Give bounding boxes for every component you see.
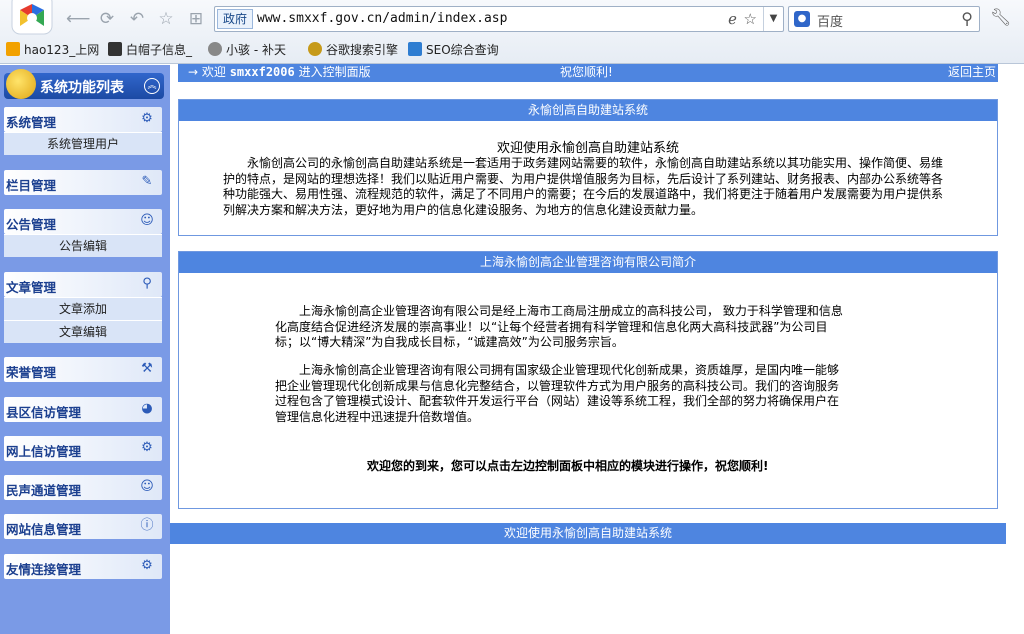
- sidebar-section-notice: 公告管理 ☺ 公告编辑: [4, 209, 162, 257]
- info-icon: ⓘ: [140, 518, 154, 533]
- search-icon[interactable]: ⚲: [961, 9, 973, 28]
- globe-icon: ◕: [141, 401, 153, 416]
- ie-mode-icon[interactable]: ℯ: [728, 10, 737, 28]
- bookmark-item[interactable]: 白帽子信息_: [108, 41, 192, 59]
- address-tag: 政府: [217, 9, 254, 29]
- address-url[interactable]: www.smxxf.gov.cn/admin/index.asp: [257, 10, 507, 28]
- sidebar-item-honor[interactable]: 荣誉管理 ⚒: [4, 357, 162, 382]
- star-icon: [208, 42, 222, 56]
- hao123-icon: [6, 42, 20, 56]
- sidebar-section-links: 友情连接管理 ⚙: [4, 554, 162, 579]
- search-icon: ⚲: [142, 276, 152, 291]
- address-bar[interactable]: 政府 www.smxxf.gov.cn/admin/index.asp ℯ ☆ …: [214, 6, 784, 32]
- user-icon: ☺: [140, 479, 154, 494]
- edit-icon: ✎: [141, 174, 153, 189]
- bookmark-item[interactable]: hao123_上网: [6, 41, 99, 59]
- browser-toolbar: ⟵ ⟳ ↶ ☆ ⊞ 政府 www.smxxf.gov.cn/admin/inde…: [0, 0, 1024, 64]
- collapse-icon[interactable]: ︽: [144, 78, 160, 94]
- username: smxxf2006: [229, 65, 295, 79]
- company-paragraph-2: 上海永愉创高企业管理咨询有限公司拥有国家级企业管理现代化创新成果，资质雄厚，是国…: [275, 363, 840, 424]
- welcome-prefix: → 欢迎: [188, 65, 226, 79]
- tools-icon: ⚒: [141, 361, 153, 376]
- sidebar-section-siteinfo: 网站信息管理 ⓘ: [4, 514, 162, 539]
- sidebar-item-columns[interactable]: 栏目管理 ✎: [4, 170, 162, 195]
- sidebar-subitem-system-users[interactable]: 系统管理用户: [4, 132, 162, 155]
- baidu-icon: ●: [794, 11, 810, 27]
- sidebar: 系统功能列表 ︽ 系统管理 ⚙ 系统管理用户 栏目管理 ✎ 公告管理 ☺ 公告编…: [0, 65, 170, 634]
- bookmark-item[interactable]: 谷歌搜索引擎: [308, 41, 398, 59]
- sidebar-section-county: 县区信访管理 ◕: [4, 397, 162, 422]
- bookmark-item[interactable]: SEO综合查询: [408, 41, 499, 59]
- sidebar-item-county[interactable]: 县区信访管理 ◕: [4, 397, 162, 422]
- sidebar-section-system: 系统管理 ⚙ 系统管理用户: [4, 107, 162, 155]
- seo-icon: [408, 42, 422, 56]
- undo-icon[interactable]: ↶: [126, 8, 148, 30]
- bookmark-star-icon[interactable]: ☆: [744, 10, 757, 28]
- closing-message: 欢迎您的到来，您可以点击左边控制面板中相应的模块进行操作，祝您顺利!: [367, 459, 769, 473]
- sidebar-item-system[interactable]: 系统管理 ⚙: [4, 107, 162, 132]
- welcome-heading: 欢迎使用永愉创高自助建站系统: [496, 141, 679, 156]
- sidebar-title: 系统功能列表: [40, 80, 124, 96]
- gear-icon: ⚙: [141, 440, 153, 455]
- panel-header: 上海永愉创高企业管理咨询有限公司简介: [179, 252, 997, 273]
- sidebar-section-voice: 民声通道管理 ☺: [4, 475, 162, 500]
- browser-logo-icon: [11, 0, 53, 35]
- forward-icon[interactable]: ⟳: [96, 8, 118, 30]
- bookmarks-bar: hao123_上网 白帽子信息_ 小骇 - 补天 谷歌搜索引擎 SEO综合查询: [0, 38, 1024, 60]
- bell-icon: [6, 69, 36, 99]
- grid-icon[interactable]: ⊞: [185, 8, 207, 30]
- sidebar-section-articles: 文章管理 ⚲ 文章添加 文章编辑: [4, 272, 162, 343]
- wrench-icon[interactable]: 🔧︎: [990, 8, 1012, 28]
- address-dropdown-icon[interactable]: ▼: [763, 7, 783, 31]
- sidebar-item-voice[interactable]: 民声通道管理 ☺: [4, 475, 162, 500]
- search-box[interactable]: ● 百度 ⚲: [788, 6, 980, 32]
- favorite-star-icon[interactable]: ☆: [155, 8, 177, 30]
- sidebar-item-notice[interactable]: 公告管理 ☺: [4, 209, 162, 234]
- sidebar-item-siteinfo[interactable]: 网站信息管理 ⓘ: [4, 514, 162, 539]
- back-icon[interactable]: ⟵: [66, 8, 90, 30]
- sidebar-item-online[interactable]: 网上信访管理 ⚙: [4, 436, 162, 461]
- company-intro-panel: 上海永愉创高企业管理咨询有限公司简介 上海永愉创高企业管理咨询有限公司是经上海市…: [178, 251, 998, 509]
- google-icon: [308, 42, 322, 56]
- wish-text: 祝您顺利!: [560, 65, 613, 79]
- footer-bar: 欢迎使用永愉创高自助建站系统: [170, 523, 1006, 544]
- sidebar-subitem-article-add[interactable]: 文章添加: [4, 297, 162, 320]
- sidebar-subitem-notice-edit[interactable]: 公告编辑: [4, 234, 162, 257]
- company-paragraph-1: 上海永愉创高企业管理咨询有限公司是经上海市工商局注册成立的高科技公司， 致力于科…: [275, 304, 843, 349]
- search-input[interactable]: 百度: [817, 11, 843, 30]
- sidebar-item-articles[interactable]: 文章管理 ⚲: [4, 272, 162, 297]
- panel-header: 永愉创高自助建站系统: [179, 100, 997, 121]
- sidebar-section-honor: 荣誉管理 ⚒: [4, 357, 162, 382]
- gear-icon: ⚙: [141, 558, 153, 573]
- gear-icon: ⚙: [141, 111, 153, 126]
- system-description: 永愉创高公司的永愉创高自助建站系统是一套适用于政务建网站需要的软件，永愉创高自助…: [223, 156, 944, 217]
- sidebar-title-bar: 系统功能列表 ︽: [4, 69, 164, 99]
- sidebar-subitem-article-edit[interactable]: 文章编辑: [4, 320, 162, 343]
- sidebar-section-online: 网上信访管理 ⚙: [4, 436, 162, 461]
- whitehat-icon: [108, 42, 122, 56]
- home-link[interactable]: 返回主页: [948, 64, 996, 81]
- welcome-bar: → 欢迎 smxxf2006 进入控制面版 祝您顺利! 返回主页: [178, 64, 998, 82]
- bookmark-item[interactable]: 小骇 - 补天: [208, 41, 286, 59]
- welcome-suffix: 进入控制面版: [298, 65, 371, 79]
- sidebar-item-links[interactable]: 友情连接管理 ⚙: [4, 554, 162, 579]
- user-icon: ☺: [140, 213, 154, 228]
- system-intro-panel: 永愉创高自助建站系统 欢迎使用永愉创高自助建站系统 永愉创高公司的永愉创高自助建…: [178, 99, 998, 236]
- sidebar-section-columns: 栏目管理 ✎: [4, 170, 162, 195]
